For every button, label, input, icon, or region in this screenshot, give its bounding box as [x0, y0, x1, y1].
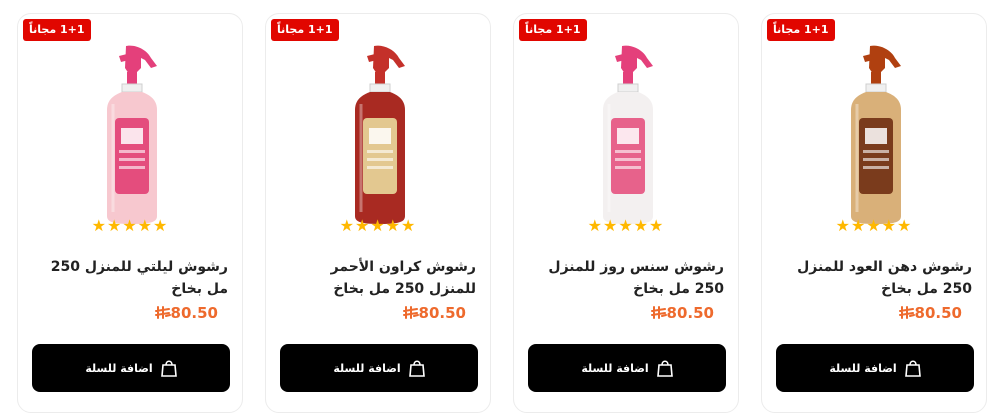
product-card[interactable]: 1+1 مجاناً ★★★★★ رشوش ليلتي للمنزل 250 م… [17, 13, 243, 413]
product-price: 80.50 [894, 303, 962, 323]
star-icon: ★ [106, 216, 123, 235]
star-rating: ★★★★★ [762, 217, 986, 235]
shopping-bag-icon [904, 360, 921, 377]
star-icon: ★ [602, 216, 619, 235]
star-icon: ★ [587, 216, 603, 235]
price-value: 80.50 [666, 304, 714, 322]
product-price: 80.50 [646, 303, 714, 323]
product-card[interactable]: 1+1 مجاناً ★★★★★ رشوش سنس روز للمنزل 250… [513, 13, 739, 413]
price-value: 80.50 [170, 304, 218, 322]
price-value: 80.50 [418, 304, 466, 322]
add-to-cart-button[interactable]: اضافة للسلة [776, 344, 974, 392]
star-icon: ★ [835, 216, 851, 235]
star-icon: ★ [633, 216, 650, 235]
star-icon: ★ [354, 216, 371, 235]
product-image[interactable] [329, 44, 429, 229]
product-title[interactable]: رشوش كراون الأحمر للمنزل 250 مل بخاخ [280, 256, 476, 300]
riyal-icon [650, 306, 667, 319]
product-image[interactable] [577, 44, 677, 229]
promo-badge: 1+1 مجاناً [767, 19, 835, 41]
star-rating: ★★★★★ [18, 217, 242, 235]
add-to-cart-button[interactable]: اضافة للسلة [32, 344, 230, 392]
product-title[interactable]: رشوش سنس روز للمنزل 250 مل بخاخ [528, 256, 724, 300]
product-title[interactable]: رشوش ليلتي للمنزل 250 مل بخاخ [32, 256, 228, 300]
product-title[interactable]: رشوش دهن العود للمنزل 250 مل بخاخ [776, 256, 972, 300]
shopping-bag-icon [408, 360, 425, 377]
shopping-bag-icon [656, 360, 673, 377]
star-rating: ★★★★★ [266, 217, 490, 235]
star-icon: ★ [137, 216, 154, 235]
add-to-cart-label: اضافة للسلة [829, 361, 897, 375]
add-to-cart-button[interactable]: اضافة للسلة [280, 344, 478, 392]
star-icon: ★ [339, 216, 355, 235]
product-image[interactable] [825, 44, 925, 229]
riyal-icon [402, 306, 419, 319]
riyal-icon [898, 306, 915, 319]
product-image[interactable] [81, 44, 181, 229]
riyal-icon [154, 306, 171, 319]
product-price: 80.50 [398, 303, 466, 323]
star-rating: ★★★★★ [514, 217, 738, 235]
add-to-cart-label: اضافة للسلة [85, 361, 153, 375]
product-price: 80.50 [150, 303, 218, 323]
product-card[interactable]: 1+1 مجاناً ★★★★★ رشوش كراون الأحمر للمنز… [265, 13, 491, 413]
star-icon: ★ [866, 216, 882, 235]
star-icon: ★ [370, 216, 386, 235]
star-icon: ★ [122, 216, 138, 235]
star-icon: ★ [91, 216, 107, 235]
star-icon: ★ [850, 216, 867, 235]
add-to-cart-button[interactable]: اضافة للسلة [528, 344, 726, 392]
shopping-bag-icon [160, 360, 177, 377]
star-icon: ★ [153, 216, 169, 235]
star-icon: ★ [649, 216, 665, 235]
promo-badge: 1+1 مجاناً [271, 19, 339, 41]
star-icon: ★ [881, 216, 898, 235]
star-icon: ★ [618, 216, 634, 235]
star-icon: ★ [385, 216, 402, 235]
add-to-cart-label: اضافة للسلة [581, 361, 649, 375]
add-to-cart-label: اضافة للسلة [333, 361, 401, 375]
promo-badge: 1+1 مجاناً [23, 19, 91, 41]
promo-badge: 1+1 مجاناً [519, 19, 587, 41]
product-card[interactable]: 1+1 مجاناً ★★★★★ رشوش دهن العود للمنزل 2… [761, 13, 987, 413]
price-value: 80.50 [914, 304, 962, 322]
star-icon: ★ [401, 216, 417, 235]
star-icon: ★ [897, 216, 913, 235]
